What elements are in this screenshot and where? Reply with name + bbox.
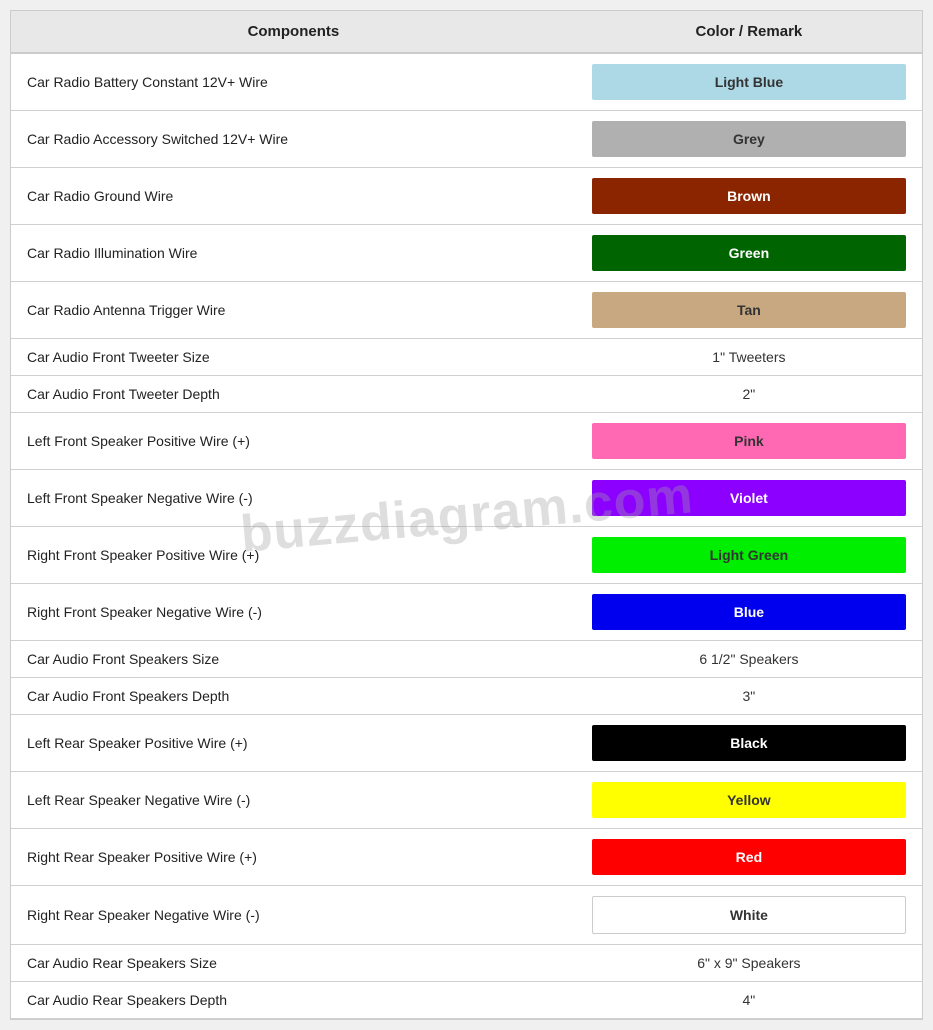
- component-cell: Car Radio Battery Constant 12V+ Wire: [11, 53, 576, 111]
- component-cell: Car Audio Rear Speakers Depth: [11, 982, 576, 1019]
- color-badge: Yellow: [592, 782, 906, 818]
- color-cell-container: Light Green: [576, 527, 922, 584]
- component-cell: Right Rear Speaker Negative Wire (-): [11, 886, 576, 945]
- component-cell: Left Rear Speaker Negative Wire (-): [11, 772, 576, 829]
- component-cell: Car Audio Front Speakers Depth: [11, 678, 576, 715]
- table-row: Left Front Speaker Negative Wire (-) Viol…: [11, 470, 922, 527]
- color-badge: Blue: [592, 594, 906, 630]
- color-cell-container: Pink: [576, 413, 922, 470]
- color-badge: Pink: [592, 423, 906, 459]
- color-badge: Tan: [592, 292, 906, 328]
- table-row: Right Rear Speaker Positive Wire (+) Red: [11, 829, 922, 886]
- component-cell: Right Front Speaker Negative Wire (-): [11, 584, 576, 641]
- component-cell: Car Radio Antenna Trigger Wire: [11, 282, 576, 339]
- component-cell: Car Audio Front Speakers Size: [11, 641, 576, 678]
- table-row: Left Rear Speaker Positive Wire (+) Black: [11, 715, 922, 772]
- color-cell-container: Red: [576, 829, 922, 886]
- color-cell-container: Tan: [576, 282, 922, 339]
- component-cell: Car Audio Front Tweeter Depth: [11, 376, 576, 413]
- component-cell: Right Front Speaker Positive Wire (+): [11, 527, 576, 584]
- color-cell-container: Black: [576, 715, 922, 772]
- color-cell-container: Brown: [576, 168, 922, 225]
- component-cell: Car Radio Illumination Wire: [11, 225, 576, 282]
- color-badge: Black: [592, 725, 906, 761]
- color-cell-container: 3": [576, 678, 922, 715]
- color-badge: White: [592, 896, 906, 934]
- color-badge: Green: [592, 235, 906, 271]
- color-cell-container: 2": [576, 376, 922, 413]
- component-cell: Car Radio Ground Wire: [11, 168, 576, 225]
- component-cell: Car Audio Front Tweeter Size: [11, 339, 576, 376]
- table-row: Car Radio Ground Wire Brown: [11, 168, 922, 225]
- component-cell: Car Audio Rear Speakers Size: [11, 945, 576, 982]
- table-row: Car Radio Illumination Wire Green: [11, 225, 922, 282]
- color-cell-container: Violet: [576, 470, 922, 527]
- table-row: Car Audio Rear Speakers Size6" x 9" Spea…: [11, 945, 922, 982]
- color-cell-container: Light Blue: [576, 53, 922, 111]
- color-badge: Light Blue: [592, 64, 906, 100]
- header-components: Components: [11, 11, 576, 53]
- table-row: Car Radio Accessory Switched 12V+ Wire Gr…: [11, 111, 922, 168]
- component-cell: Car Radio Accessory Switched 12V+ Wire: [11, 111, 576, 168]
- color-cell-container: White: [576, 886, 922, 945]
- color-cell-container: 6 1/2" Speakers: [576, 641, 922, 678]
- main-container: buzzdiagram.com Components Color / Remar…: [10, 10, 923, 1020]
- color-cell-container: Yellow: [576, 772, 922, 829]
- color-badge: Violet: [592, 480, 906, 516]
- color-badge: Red: [592, 839, 906, 875]
- table-row: Car Radio Antenna Trigger Wire Tan: [11, 282, 922, 339]
- table-row: Right Front Speaker Negative Wire (-) Blu…: [11, 584, 922, 641]
- color-cell-container: Green: [576, 225, 922, 282]
- color-badge: Brown: [592, 178, 906, 214]
- color-cell-container: Grey: [576, 111, 922, 168]
- color-badge: Light Green: [592, 537, 906, 573]
- table-row: Left Front Speaker Positive Wire (+) Pink: [11, 413, 922, 470]
- table-row: Car Audio Front Tweeter Depth2": [11, 376, 922, 413]
- table-row: Right Rear Speaker Negative Wire (-) Whit…: [11, 886, 922, 945]
- table-row: Car Audio Rear Speakers Depth4": [11, 982, 922, 1019]
- color-cell-container: 6" x 9" Speakers: [576, 945, 922, 982]
- table-row: Car Audio Front Speakers Size6 1/2" Spea…: [11, 641, 922, 678]
- component-cell: Left Front Speaker Positive Wire (+): [11, 413, 576, 470]
- table-row: Car Audio Front Tweeter Size1" Tweeters: [11, 339, 922, 376]
- component-cell: Left Front Speaker Negative Wire (-): [11, 470, 576, 527]
- component-cell: Right Rear Speaker Positive Wire (+): [11, 829, 576, 886]
- component-cell: Left Rear Speaker Positive Wire (+): [11, 715, 576, 772]
- color-cell-container: 4": [576, 982, 922, 1019]
- table-row: Left Rear Speaker Negative Wire (-) Yello…: [11, 772, 922, 829]
- table-row: Car Audio Front Speakers Depth3": [11, 678, 922, 715]
- color-cell-container: 1" Tweeters: [576, 339, 922, 376]
- color-cell-container: Blue: [576, 584, 922, 641]
- header-color-remark: Color / Remark: [576, 11, 922, 53]
- color-badge: Grey: [592, 121, 906, 157]
- wiring-table: Components Color / Remark Car Radio Batt…: [11, 11, 922, 1019]
- table-row: Right Front Speaker Positive Wire (+) Lig…: [11, 527, 922, 584]
- table-row: Car Radio Battery Constant 12V+ Wire Ligh…: [11, 53, 922, 111]
